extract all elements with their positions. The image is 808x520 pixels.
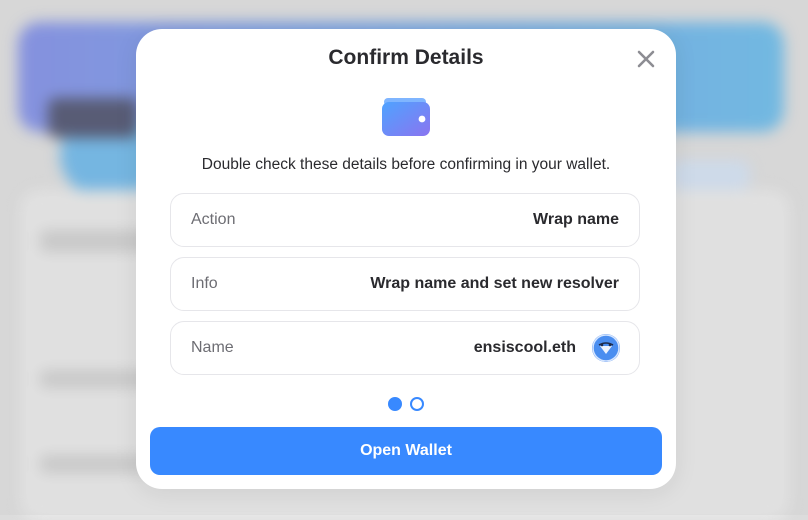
step-indicator [136,397,676,411]
open-wallet-button[interactable]: Open Wallet [150,427,662,475]
row-label: Action [191,211,236,228]
close-icon [637,50,655,68]
detail-row-name: Name ensiscool.eth [170,321,640,375]
confirm-details-dialog: Confirm Details Double check these detai… [136,29,676,489]
step-dot [410,397,424,411]
row-value-text: ensiscool.eth [473,339,576,356]
row-label: Info [191,275,218,292]
step-dot-active [388,397,402,411]
dialog-subtitle: Double check these details before confir… [201,156,611,173]
detail-row-action: Action Wrap name [170,193,640,247]
row-value: Wrap name and set new resolver [370,275,619,293]
dialog-title: Confirm Details [328,46,484,69]
wallet-icon [382,98,430,136]
row-label: Name [191,339,234,356]
name-avatar-icon [592,334,620,362]
row-value: Wrap name [533,211,619,229]
row-value-text: Wrap name and set new resolver [370,275,619,292]
row-value: ensiscool.eth [473,334,620,362]
row-value-text: Wrap name [533,211,619,228]
close-button[interactable] [636,49,656,69]
detail-row-info: Info Wrap name and set new resolver [170,257,640,311]
